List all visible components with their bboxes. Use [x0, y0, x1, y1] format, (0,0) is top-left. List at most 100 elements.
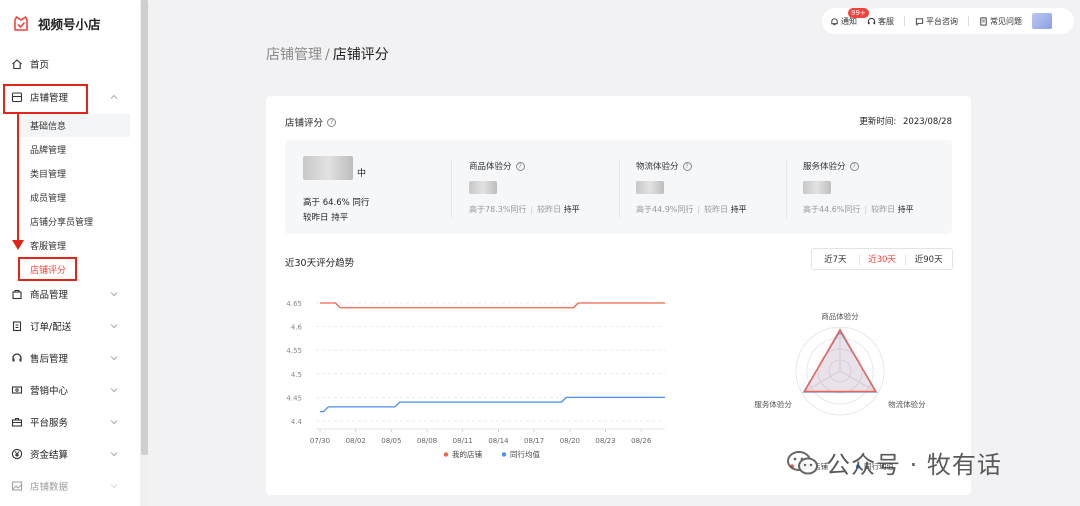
- sidebar-scrollbar[interactable]: [140, 0, 149, 506]
- sub-score-percentile: 高于44.9%同行: [636, 205, 694, 214]
- submenu-brand-management[interactable]: 品牌管理: [30, 143, 66, 156]
- y-tick-label: 4.45: [286, 394, 302, 402]
- chevron-down-icon: [110, 324, 118, 329]
- y-tick-label: 4.6: [291, 324, 303, 332]
- submenu-sharer-management[interactable]: 店铺分享员管理: [30, 215, 93, 228]
- sub-score-change: 持平: [563, 205, 580, 214]
- help-icon[interactable]: ?: [515, 161, 525, 171]
- faq-button[interactable]: 常见问题: [979, 16, 1022, 27]
- radar-axis-label: 物流体验分: [888, 399, 926, 409]
- help-icon[interactable]: ?: [849, 161, 859, 171]
- x-tick-label: 08/05: [381, 437, 401, 445]
- x-tick-label: 08/11: [453, 437, 473, 445]
- yen-icon: [11, 448, 23, 460]
- x-tick-label: 08/08: [417, 437, 437, 445]
- y-tick-label: 4.55: [286, 347, 302, 355]
- logistics-experience-score: 物流体验分? 高于44.9%同行 | 较昨日 持平: [636, 161, 747, 214]
- submenu-cs-management[interactable]: 客服管理: [30, 239, 66, 252]
- sidebar-item-marketing[interactable]: 营销中心: [0, 378, 140, 402]
- series-line-my-store: [320, 302, 665, 309]
- score-trend-line-chart: 4.4 4.45 4.5 4.55 4.6 4.65 07/30 08/02 08/05 08/0…: [286, 300, 665, 459]
- bell-icon: [831, 17, 838, 25]
- bag-icon: [12, 289, 22, 300]
- annotation-arrow-head: [12, 240, 24, 250]
- headset-icon: [867, 17, 876, 24]
- card-title: 店铺评分 ?: [285, 115, 337, 129]
- chevron-down-icon: [110, 452, 118, 457]
- sub-score-value-blurred: [803, 181, 831, 194]
- headset-icon: [12, 353, 22, 362]
- notify-badge: 99+: [848, 7, 869, 18]
- overall-score-value-blurred: [303, 156, 353, 180]
- legend-marker: [443, 452, 449, 457]
- sidebar-item-label: 订单/配送: [30, 322, 72, 333]
- notify-button[interactable]: 通知 99+: [830, 7, 869, 27]
- overall-percentile: 高于 64.6% 同行: [303, 198, 370, 208]
- x-tick-label: 08/14: [488, 437, 509, 445]
- sub-score-change: 持平: [730, 205, 747, 214]
- chevron-down-icon: [110, 356, 118, 361]
- customer-service-button[interactable]: 客服: [867, 16, 894, 27]
- legend-label: 我的店铺: [452, 449, 482, 459]
- tab-7-days[interactable]: 近7天: [812, 249, 859, 269]
- service-experience-score: 服务体验分? 高于44.6%同行 | 较昨日 持平: [803, 161, 914, 214]
- divider: [968, 16, 969, 26]
- chat-bubble-icon: [915, 17, 924, 26]
- sidebar-item-platform-services[interactable]: 平台服务: [0, 410, 140, 434]
- help-icon[interactable]: ?: [682, 161, 692, 171]
- submenu-category-management[interactable]: 类目管理: [30, 167, 66, 180]
- chevron-down-icon: [110, 388, 118, 393]
- divider: [904, 16, 905, 26]
- sidebar-item-after-sales[interactable]: 售后管理: [0, 346, 140, 370]
- top-toolbar: 通知 99+ 客服 平台咨询 常见问题: [822, 7, 1074, 34]
- scrollbar-thumb[interactable]: [141, 0, 148, 455]
- submenu-basic-info[interactable]: 基础信息: [30, 119, 66, 132]
- overall-score: 中: [303, 156, 366, 180]
- breadcrumb-parent[interactable]: 店铺管理: [266, 47, 322, 63]
- range-tabs: 近7天 近30天 近90天: [811, 248, 953, 270]
- x-tick-label: 08/26: [631, 437, 652, 445]
- avatar[interactable]: [1032, 13, 1052, 29]
- sub-score-change: 持平: [897, 205, 914, 214]
- sidebar-item-store-data[interactable]: 店铺数据: [0, 474, 140, 498]
- image-icon: [11, 481, 23, 491]
- sidebar-item-home[interactable]: 首页: [0, 52, 140, 76]
- breadcrumb: 店铺管理 / 店铺评分: [266, 44, 389, 64]
- breadcrumb-separator: /: [325, 47, 330, 63]
- sidebar-item-label: 店铺数据: [30, 482, 69, 493]
- tab-90-days[interactable]: 近90天: [905, 249, 952, 269]
- overall-change: 较昨日 持平: [303, 213, 349, 223]
- tab-30-days[interactable]: 近30天: [858, 249, 906, 269]
- x-tick-label: 08/20: [560, 437, 580, 445]
- annotation-box-store-rating: [18, 257, 77, 281]
- sidebar-item-label: 资金结算: [30, 450, 69, 461]
- consult-label: 平台咨询: [926, 16, 958, 26]
- legend-label: 同行均值: [510, 449, 540, 459]
- annotation-box-store-management: [3, 84, 88, 114]
- trend-title: 近30天评分趋势: [285, 258, 355, 269]
- toolbox-icon: [11, 418, 23, 427]
- faq-label: 常见问题: [990, 16, 1022, 26]
- overall-grade: 中: [357, 168, 367, 179]
- app-logo[interactable]: 视频号小店: [12, 14, 101, 33]
- x-tick-label: 08/17: [524, 437, 544, 445]
- page-title: 店铺评分: [332, 47, 389, 63]
- sidebar: 视频号小店 首页 店铺管理 基础信息 品牌管理 类目管理 成员管理 店铺分享员管…: [0, 0, 140, 506]
- help-icon[interactable]: ?: [327, 117, 337, 127]
- series-line-industry-average: [320, 396, 665, 413]
- radar-series-my-store: [803, 328, 877, 393]
- sidebar-item-label: 平台服务: [30, 418, 69, 429]
- update-time-label: 更新时间:: [859, 117, 897, 127]
- sub-score-yday: 较昨日: [704, 205, 729, 214]
- x-tick-label: 08/02: [346, 437, 366, 445]
- sidebar-item-orders[interactable]: 订单/配送: [0, 314, 140, 338]
- sidebar-item-settlement[interactable]: 资金结算: [0, 442, 140, 466]
- sidebar-item-product-management[interactable]: 商品管理: [0, 282, 140, 306]
- coupon-icon: [11, 386, 23, 394]
- platform-consult-button[interactable]: 平台咨询: [915, 16, 958, 27]
- divider: [619, 160, 620, 218]
- radar-axis-label: 商品体验分: [821, 311, 859, 321]
- submenu-member-management[interactable]: 成员管理: [30, 191, 66, 204]
- legend-marker: [501, 452, 507, 457]
- product-experience-score: 商品体验分? 高于78.3%同行 | 较昨日 持平: [469, 161, 580, 214]
